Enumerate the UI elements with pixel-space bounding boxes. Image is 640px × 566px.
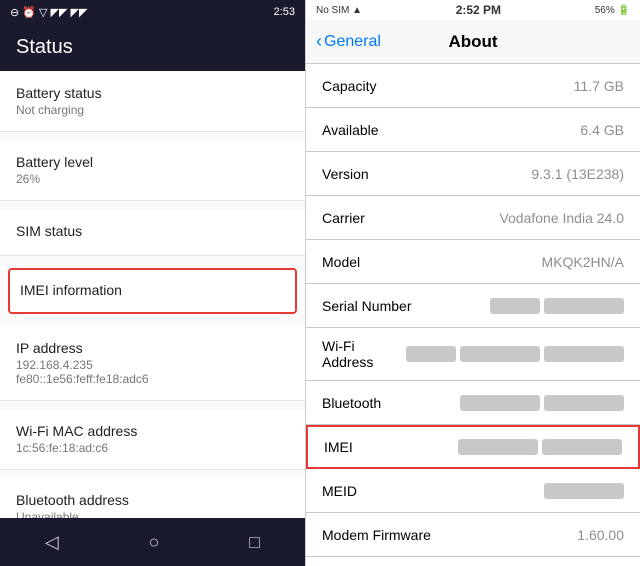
ios-panel: No SIM ▲ 2:52 PM 56% 🔋 ‹ General About C…: [305, 0, 640, 566]
ip-address-label: IP address: [16, 340, 289, 356]
ip-address-item[interactable]: IP address 192.168.4.235fe80::1e56:feff:…: [0, 326, 305, 401]
ios-nav-bar: ‹ General About: [306, 20, 640, 64]
seid-row[interactable]: SEID ›: [306, 557, 640, 566]
modem-firmware-label: Modem Firmware: [322, 527, 431, 543]
ios-back-button[interactable]: ‹ General: [316, 31, 381, 52]
wifi-address-label: Wi-Fi Address: [322, 338, 406, 370]
battery-level-item[interactable]: Battery level 26%: [0, 140, 305, 201]
modem-firmware-value: 1.60.00: [577, 527, 624, 543]
battery-level-value: 26%: [16, 172, 289, 186]
bluetooth-label: Bluetooth: [322, 395, 381, 411]
version-label: Version: [322, 166, 369, 182]
battery-status-item[interactable]: Battery status Not charging: [0, 71, 305, 132]
wifi-mac-value: 1c:56:fe:18:ad:c6: [16, 441, 289, 455]
recent-icon[interactable]: □: [249, 532, 260, 553]
ios-time: 2:52 PM: [456, 3, 501, 17]
capacity-value: 11.7 GB: [574, 78, 624, 94]
wifi-mac-item[interactable]: Wi-Fi MAC address 1c:56:fe:18:ad:c6: [0, 409, 305, 470]
serial-number-value-group: [490, 298, 624, 314]
meid-row[interactable]: MEID: [306, 469, 640, 513]
android-header: Status: [0, 24, 305, 71]
ios-status-bar: No SIM ▲ 2:52 PM 56% 🔋: [306, 0, 640, 20]
version-row[interactable]: Version 9.3.1 (13E238): [306, 152, 640, 196]
android-content: Battery status Not charging Battery leve…: [0, 71, 305, 518]
wifi-blur1: [460, 346, 540, 362]
android-time: 2:53: [274, 6, 295, 18]
chevron-left-icon: ‹: [316, 31, 322, 52]
ios-signal-status: No SIM ▲: [316, 5, 362, 16]
bt-blur2: [544, 395, 624, 411]
bluetooth-address-label: Bluetooth address: [16, 492, 289, 508]
sim-status-label: SIM status: [16, 223, 289, 239]
home-icon[interactable]: ○: [149, 532, 160, 553]
battery-level-label: Battery level: [16, 154, 289, 170]
ios-battery: 56% 🔋: [595, 5, 630, 16]
back-label: General: [324, 33, 381, 51]
bluetooth-row[interactable]: Bluetooth: [306, 381, 640, 425]
android-nav-bar: ◁ ○ □: [0, 518, 305, 566]
wifi-address-value-group: [406, 346, 624, 362]
android-status-bar: ⊖ ⏰ ▽ ◤◤ ◤◤ 2:53: [0, 0, 305, 24]
bluetooth-address-value: Unavailable: [16, 510, 289, 518]
model-row[interactable]: Model MKQK2HN/A: [306, 240, 640, 284]
carrier-label: Carrier: [322, 210, 365, 226]
serial-number-label: Serial Number: [322, 298, 411, 314]
wifi-blur0: [406, 346, 456, 362]
ios-content: Capacity 11.7 GB Available 6.4 GB Versio…: [306, 64, 640, 566]
version-value: 9.3.1 (13E238): [531, 166, 624, 182]
meid-label: MEID: [322, 483, 357, 499]
imei-blur2: [542, 439, 622, 455]
imei-row[interactable]: IMEI: [306, 425, 640, 469]
imei-info-label: IMEI information: [20, 282, 285, 298]
wifi-address-row[interactable]: Wi-Fi Address: [306, 328, 640, 381]
wifi-blur2: [544, 346, 624, 362]
bt-blur1: [460, 395, 540, 411]
serial-number-blur2: [544, 298, 624, 314]
back-icon[interactable]: ◁: [45, 532, 59, 553]
imei-label: IMEI: [324, 439, 353, 455]
imei-blur1: [458, 439, 538, 455]
available-value: 6.4 GB: [580, 122, 624, 138]
ip-address-value: 192.168.4.235fe80::1e56:feff:fe18:adc6: [16, 358, 289, 386]
model-label: Model: [322, 254, 360, 270]
ios-nav-title: About: [448, 32, 497, 52]
carrier-value: Vodafone India 24.0: [499, 210, 624, 226]
meid-value-group: [544, 483, 624, 499]
capacity-row[interactable]: Capacity 11.7 GB: [306, 64, 640, 108]
modem-firmware-row[interactable]: Modem Firmware 1.60.00: [306, 513, 640, 557]
serial-number-blur1: [490, 298, 540, 314]
battery-status-label: Battery status: [16, 85, 289, 101]
battery-status-value: Not charging: [16, 103, 289, 117]
android-status-icons: ⊖ ⏰ ▽ ◤◤ ◤◤: [10, 6, 87, 19]
imei-info-item[interactable]: IMEI information: [8, 268, 297, 314]
carrier-row[interactable]: Carrier Vodafone India 24.0: [306, 196, 640, 240]
meid-blur1: [544, 483, 624, 499]
available-row[interactable]: Available 6.4 GB: [306, 108, 640, 152]
available-label: Available: [322, 122, 379, 138]
bluetooth-address-item[interactable]: Bluetooth address Unavailable: [0, 478, 305, 518]
wifi-mac-label: Wi-Fi MAC address: [16, 423, 289, 439]
ios-table: Capacity 11.7 GB Available 6.4 GB Versio…: [306, 64, 640, 566]
imei-value-group: [458, 439, 622, 455]
model-value: MKQK2HN/A: [542, 254, 624, 270]
bluetooth-value-group: [460, 395, 624, 411]
sim-status-item[interactable]: SIM status: [0, 209, 305, 256]
serial-number-row[interactable]: Serial Number: [306, 284, 640, 328]
android-panel: ⊖ ⏰ ▽ ◤◤ ◤◤ 2:53 Status Battery status N…: [0, 0, 305, 566]
capacity-label: Capacity: [322, 78, 376, 94]
